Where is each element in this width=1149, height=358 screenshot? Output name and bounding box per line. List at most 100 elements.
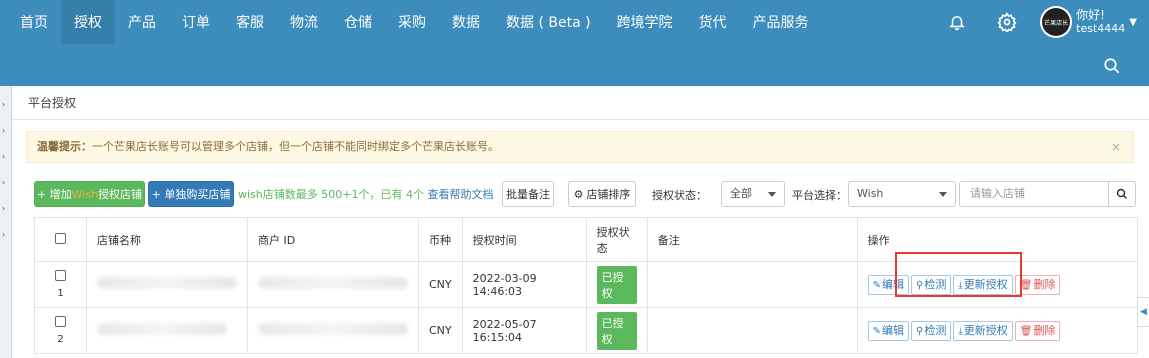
note-cell (646, 261, 858, 308)
add-wish-word: Wish (71, 187, 99, 201)
auth-time-cell: 2022-03-09 14:46:03 (461, 261, 587, 308)
nav-item-data[interactable]: 数据 (439, 0, 493, 44)
nav-item-forwarder[interactable]: 货代 (686, 0, 740, 44)
username: test4444 (1076, 22, 1126, 35)
trash-icon: 🗑 (1019, 325, 1033, 337)
store-table: 店铺名称 商户 ID 币种 授权时间 授权状态 备注 操作 1 CNY 2022… (34, 217, 1139, 354)
check-label: 检测 (924, 323, 947, 337)
store-sort-label: 店铺排序 (586, 188, 631, 201)
nav-item-warehouse[interactable]: 仓储 (331, 0, 385, 44)
nav-item-products[interactable]: 产品 (115, 0, 169, 44)
row-checkbox[interactable] (55, 270, 66, 281)
close-icon[interactable]: × (1111, 132, 1121, 162)
alert-text: 一个芒果店长账号可以管理多个店铺，但一个店铺不能同时绑定多个芒果店长账号。 (92, 140, 499, 153)
row-number: 1 (57, 288, 64, 299)
delete-button[interactable]: 🗑删除 (1014, 274, 1061, 295)
alert-title: 温馨提示： (37, 140, 92, 153)
status-badge: 已授权 (596, 265, 637, 304)
chevron-icon: › (2, 178, 6, 187)
store-name-cell (86, 307, 248, 354)
edit-button[interactable]: ✎编辑 (867, 274, 910, 295)
add-prefix: + 增加 (36, 188, 72, 201)
store-sort-button[interactable]: ⚙ 店铺排序 (568, 181, 636, 207)
search-icon[interactable] (1103, 57, 1121, 75)
nav-item-orders[interactable]: 订单 (169, 0, 223, 44)
delete-label: 删除 (1033, 323, 1056, 337)
auth-time-cell: 2022-05-07 16:15:04 (461, 307, 587, 354)
content-panel: 平台授权 温馨提示：一个芒果店长账号可以管理多个店铺，但一个店铺不能同时绑定多个… (12, 86, 1149, 358)
breadcrumb: 平台授权 (28, 96, 77, 110)
sidebar-collapsed[interactable]: › › › › › › (0, 86, 12, 358)
edit-button[interactable]: ✎编辑 (867, 320, 910, 341)
table-header-row: 店铺名称 商户 ID 币种 授权时间 授权状态 备注 操作 (34, 217, 1139, 262)
merchant-id-cell (247, 307, 419, 354)
check-button[interactable]: ⚲检测 (911, 274, 952, 295)
redacted-merchant-id (258, 277, 408, 289)
col-currency: 币种 (418, 217, 463, 262)
collapse-arrow-icon[interactable]: ◀ (1137, 297, 1149, 327)
auth-status-cell: 已授权 (585, 307, 648, 354)
nav-item-purchase[interactable]: 采购 (385, 0, 439, 44)
chevron-icon: › (2, 126, 6, 135)
col-auth-time: 授权时间 (461, 217, 587, 262)
table-row: 1 CNY 2022-03-09 14:46:03 已授权 ✎编辑 ⚲检测 ⤓更新授… (34, 261, 1139, 308)
col-store-name: 店铺名称 (86, 217, 248, 262)
search-icon: ⚲ (916, 279, 924, 291)
delete-label: 删除 (1033, 277, 1056, 291)
gear-icon: ⚙ (573, 187, 584, 201)
chevron-icon: › (2, 152, 6, 161)
user-menu[interactable]: 芒果店长 你好! test4444 ▼ (1032, 0, 1149, 44)
platform-value: Wish (857, 187, 884, 200)
nav-item-data-beta[interactable]: 数据 ( Beta ) (493, 0, 604, 44)
search-button[interactable] (1108, 181, 1136, 207)
col-auth-status: 授权状态 (585, 217, 648, 262)
merchant-id-cell (247, 261, 419, 308)
user-greeting: 你好! (1076, 8, 1105, 22)
status-select[interactable]: 全部 (721, 181, 785, 207)
reauth-button[interactable]: ⤓更新授权 (953, 274, 1013, 295)
store-search-input[interactable]: 请输入店铺 (959, 181, 1109, 207)
status-label: 授权状态： (652, 189, 707, 202)
add-suffix: 授权店铺 (98, 188, 143, 201)
nav-item-academy[interactable]: 跨境学院 (604, 0, 686, 44)
gear-icon[interactable] (982, 0, 1032, 44)
table-row: 2 CNY 2022-05-07 16:15:04 已授权 ✎编辑 ⚲检测 ⤓更新授… (34, 307, 1139, 354)
note-cell (646, 307, 858, 354)
redacted-merchant-id (258, 323, 408, 335)
col-merchant-id: 商户 ID (247, 217, 419, 262)
chevron-icon: › (2, 100, 6, 109)
toolbar: + 增加 Wish 授权店铺 + 单独购买店铺 wish店铺数最多 500+1个，已… (34, 180, 1136, 208)
select-all-cell (34, 217, 87, 262)
tip-alert: 温馨提示：一个芒果店长账号可以管理多个店铺，但一个店铺不能同时绑定多个芒果店长账… (26, 131, 1134, 163)
divider (12, 119, 1149, 120)
select-all-checkbox[interactable] (55, 232, 66, 244)
batch-note-button[interactable]: 批量备注 (502, 181, 554, 207)
buy-store-button[interactable]: + 单独购买店铺 (148, 181, 234, 207)
nav-item-product-service[interactable]: 产品服务 (740, 0, 822, 44)
reauth-label: 更新授权 (963, 277, 1008, 291)
platform-select[interactable]: Wish (848, 181, 956, 207)
edit-icon: ✎ (872, 279, 882, 291)
reauth-button[interactable]: ⤓更新授权 (953, 320, 1013, 341)
help-doc-link[interactable]: 查看帮助文档 (427, 188, 493, 201)
chevron-icon: › (2, 230, 6, 239)
reauth-label: 更新授权 (963, 323, 1008, 337)
download-icon: ⤓ (958, 279, 963, 291)
row-select-cell: 1 (34, 261, 87, 308)
platform-label: 平台选择： (792, 189, 847, 202)
nav-item-service[interactable]: 客服 (223, 0, 277, 44)
check-button[interactable]: ⚲检测 (911, 320, 952, 341)
nav-item-logistics[interactable]: 物流 (277, 0, 331, 44)
nav-item-auth[interactable]: 授权 (61, 0, 115, 44)
add-store-button[interactable]: + 增加 Wish 授权店铺 (34, 181, 145, 207)
currency-cell: CNY (418, 261, 463, 308)
limit-text: wish店铺数最多 500+1个，已有 4个 (238, 188, 424, 201)
auth-status-cell: 已授权 (585, 261, 648, 308)
row-checkbox[interactable] (55, 316, 66, 327)
bell-icon[interactable] (932, 0, 982, 44)
status-badge: 已授权 (596, 311, 637, 350)
row-select-cell: 2 (34, 307, 87, 354)
search-icon: ⚲ (916, 325, 924, 337)
delete-button[interactable]: 🗑删除 (1014, 320, 1061, 341)
nav-item-home[interactable]: 首页 (0, 0, 61, 44)
